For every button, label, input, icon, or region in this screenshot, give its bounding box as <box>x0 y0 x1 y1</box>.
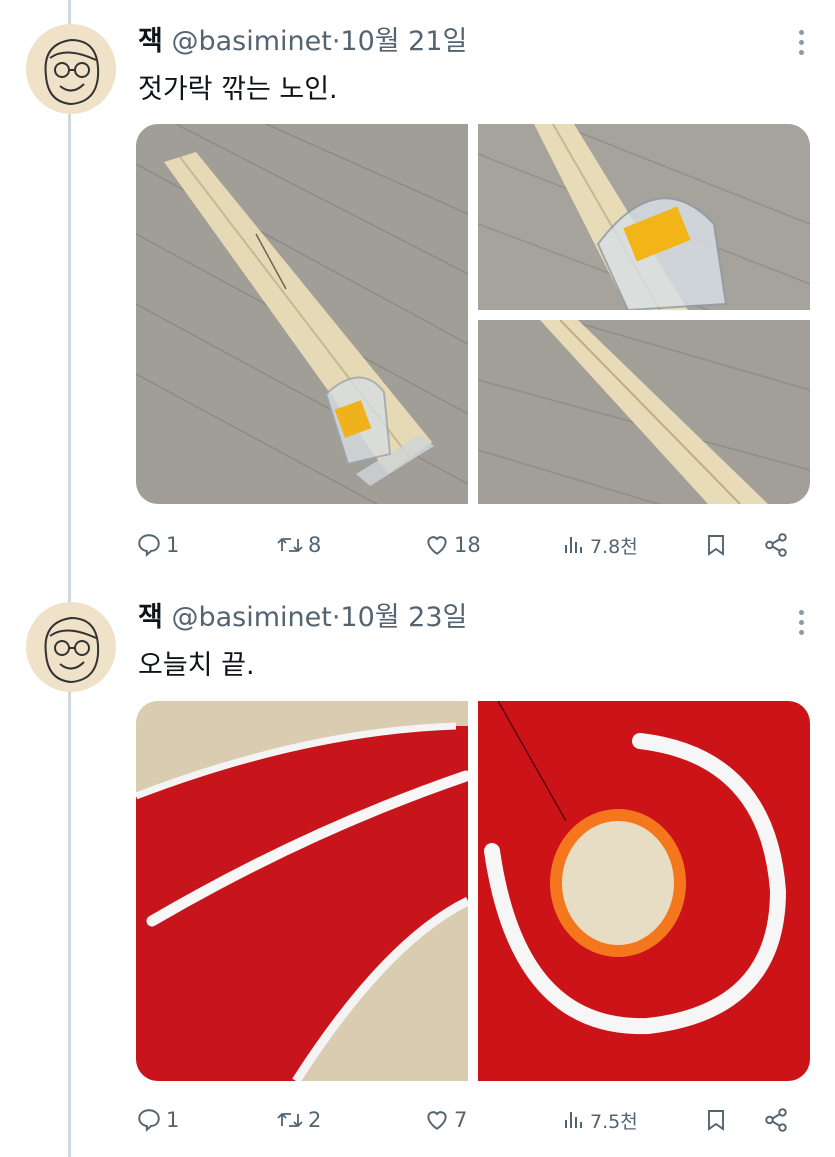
views-button[interactable]: 7.5천 <box>562 1100 638 1140</box>
more-options-icon[interactable] <box>797 610 805 640</box>
bookmark-icon <box>708 1110 724 1131</box>
views-icon <box>565 1112 582 1128</box>
avatar[interactable] <box>26 602 116 692</box>
tweet-actions: 1 8 18 7.8천 <box>136 525 810 565</box>
user-handle[interactable]: @basiminet <box>171 602 331 633</box>
like-button[interactable]: 18 <box>424 525 481 565</box>
reply-button[interactable]: 1 <box>136 1100 179 1140</box>
reply-icon <box>138 1109 160 1132</box>
repost-button[interactable]: 8 <box>276 525 321 565</box>
share-button[interactable] <box>762 525 790 565</box>
media-grid[interactable] <box>136 124 810 504</box>
reply-count: 1 <box>166 533 180 557</box>
tweet-text: 젓가락 깎는 노인. <box>138 74 338 105</box>
share-icon <box>765 1108 787 1132</box>
like-count: 7 <box>454 1108 468 1132</box>
tweet-header: 잭 @basiminet·10월 23일 <box>138 600 467 636</box>
share-icon <box>765 533 787 557</box>
media-grid[interactable] <box>136 701 810 1081</box>
photo-jig-closeup[interactable] <box>478 124 810 310</box>
photo-red-felt-ring[interactable] <box>478 701 810 1081</box>
tweet-date[interactable]: 10월 23일 <box>340 602 467 633</box>
repost-icon <box>277 537 303 553</box>
like-icon <box>427 1111 447 1130</box>
reply-icon <box>138 534 160 557</box>
like-icon <box>427 536 447 555</box>
like-count: 18 <box>454 533 481 557</box>
photo-chopstick-jig-full[interactable] <box>136 124 468 504</box>
display-name[interactable]: 잭 <box>138 602 163 633</box>
tweet-2[interactable]: 잭 @basiminet·10월 23일 오늘치 끝. 1 2 7 7.5천 <box>0 580 835 1157</box>
views-icon <box>565 537 582 553</box>
avatar[interactable] <box>26 24 116 114</box>
repost-count: 2 <box>308 1108 322 1132</box>
tweet-actions: 1 2 7 7.5천 <box>136 1100 810 1140</box>
bookmark-icon <box>708 535 724 556</box>
more-options-icon[interactable] <box>797 30 805 60</box>
photo-red-felt-strip[interactable] <box>136 701 468 1081</box>
repost-icon <box>277 1112 303 1128</box>
repost-button[interactable]: 2 <box>276 1100 321 1140</box>
like-button[interactable]: 7 <box>424 1100 467 1140</box>
share-button[interactable] <box>762 1100 790 1140</box>
repost-count: 8 <box>308 533 322 557</box>
view-count: 7.5천 <box>590 1110 638 1133</box>
bookmark-button[interactable] <box>704 1100 728 1140</box>
views-button[interactable]: 7.8천 <box>562 525 638 565</box>
tweet-1[interactable]: 잭 @basiminet·10월 21일 젓가락 깎는 노인. 1 8 18 7… <box>0 0 835 580</box>
tweet-text: 오늘치 끝. <box>138 650 255 681</box>
user-handle[interactable]: @basiminet <box>171 26 331 57</box>
bookmark-button[interactable] <box>704 525 728 565</box>
reply-count: 1 <box>166 1108 180 1132</box>
photo-chopstick-groove[interactable] <box>478 320 810 504</box>
tweet-date[interactable]: 10월 21일 <box>340 26 467 57</box>
view-count: 7.8천 <box>590 535 638 558</box>
reply-button[interactable]: 1 <box>136 525 179 565</box>
display-name[interactable]: 잭 <box>138 26 163 57</box>
tweet-header: 잭 @basiminet·10월 21일 <box>138 24 467 60</box>
